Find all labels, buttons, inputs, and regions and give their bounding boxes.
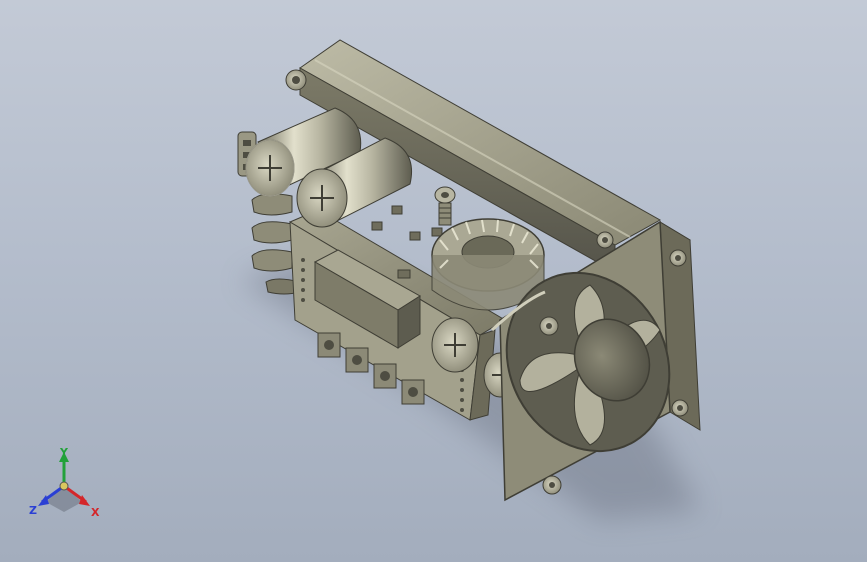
push-button-1 [317,332,341,358]
power-module-3d-model[interactable] [0,0,867,562]
axis-triad: Y X Z [29,446,100,519]
triad-origin [59,481,69,491]
push-button-4 [401,379,425,405]
x-axis-label: X [91,506,100,519]
cad-viewport[interactable]: Y X Z [0,0,867,562]
push-button-2 [345,347,369,373]
push-button-3 [373,363,397,389]
z-axis-label: Z [29,504,37,517]
capacitor-3 [431,317,479,373]
potentiometer [434,186,456,226]
y-axis-label: Y [59,446,69,459]
